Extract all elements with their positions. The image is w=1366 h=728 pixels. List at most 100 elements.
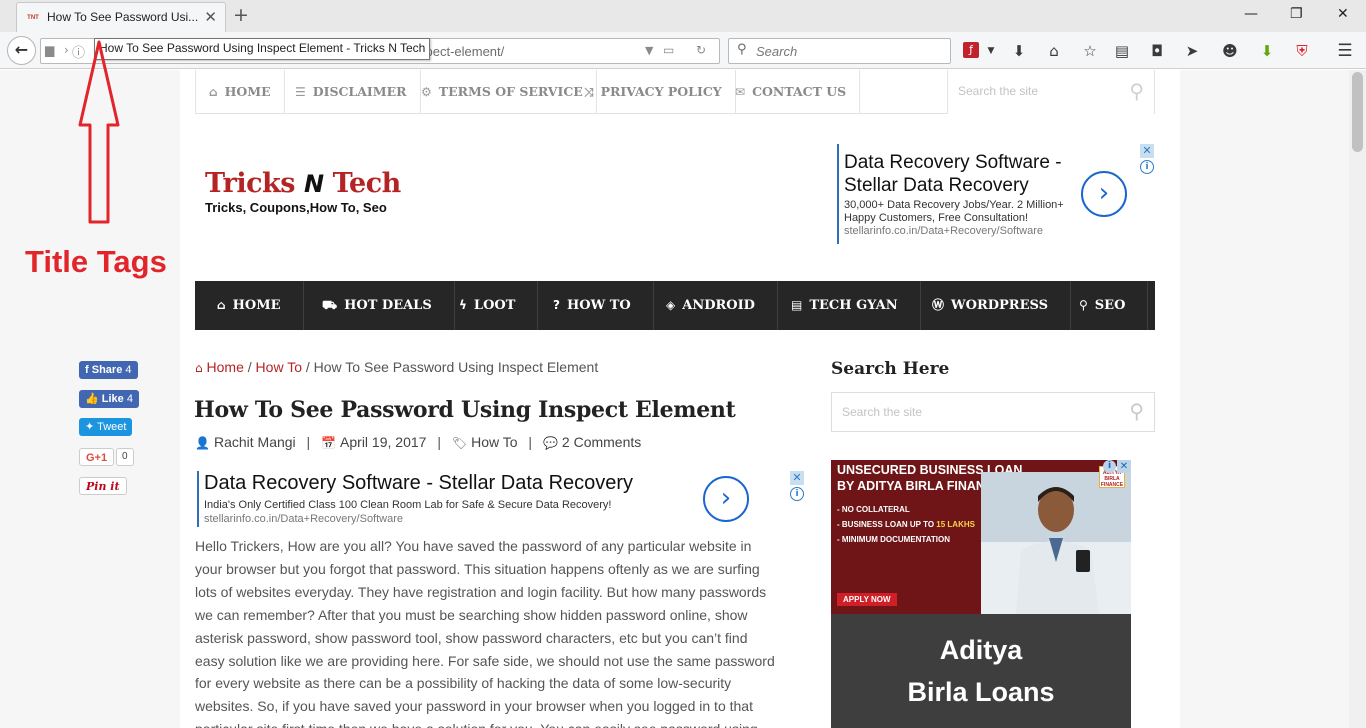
tab-close-icon[interactable]: ✕ [204, 8, 217, 26]
ad-title-line2[interactable]: Stellar Data Recovery [844, 175, 1029, 197]
bookmarks-list-icon[interactable]: ▤ [1112, 41, 1132, 61]
nav-wordpress[interactable]: Ⓦ WORDPRESS [910, 281, 1071, 330]
top-menu-label: PRIVACY POLICY [600, 84, 722, 99]
minimize-button[interactable]: — [1244, 6, 1258, 22]
nav-home[interactable]: ⌂ HOME [195, 281, 304, 330]
post-body-line: Hello Trickers, How are you all? You hav… [195, 538, 752, 554]
back-button[interactable]: ← [7, 36, 36, 65]
browser-tab[interactable]: TNT How To See Password Usi... ✕ [16, 2, 226, 32]
search-icon[interactable]: ⚲ [1129, 79, 1144, 103]
facebook-share-button[interactable]: f Share 4 [79, 361, 138, 379]
search-icon[interactable]: ⚲ [1129, 399, 1144, 423]
scrollbar-thumb[interactable] [1352, 72, 1363, 152]
tweet-button[interactable]: ✦ Tweet [79, 418, 133, 436]
nav-label: HOT DEALS [344, 298, 432, 313]
banner-bullet: - MINIMUM DOCUMENTATION [837, 535, 951, 544]
top-menu-contact[interactable]: ✉ CONTACT US [722, 70, 861, 114]
nav-label: SEO [1094, 298, 1126, 313]
inline-ad[interactable]: Data Recovery Software - Stellar Data Re… [197, 471, 805, 527]
bookmark-star-icon[interactable]: ☆ [1080, 41, 1100, 61]
send-icon[interactable]: ➤ [1182, 41, 1202, 61]
sidebar-search-field[interactable]: Search the site ⚲ [831, 392, 1155, 432]
pinterest-button[interactable]: Pin it [79, 477, 127, 495]
page-scrollbar[interactable] [1349, 70, 1366, 728]
top-menu-disclaimer[interactable]: ☰ DISCLAIMER [282, 70, 421, 114]
thumbs-up-icon: 👍 [85, 393, 99, 405]
shuffle-icon: ⤨ [584, 85, 594, 99]
breadcrumb-current: How To See Password Using Inspect Elemen… [313, 359, 599, 375]
annotation-arrow [78, 40, 120, 224]
top-menu-label: HOME [224, 84, 271, 99]
nav-tech-gyan[interactable]: ▤ TECH GYAN [769, 281, 921, 330]
breadcrumb-category[interactable]: How To [256, 359, 302, 375]
site-logo[interactable]: Tricks N Tech Tricks, Coupons,How To, Seo [205, 168, 401, 215]
share-label: Share [91, 364, 123, 376]
nav-android[interactable]: ◈ ANDROID [644, 281, 778, 330]
sidebar-search-placeholder: Search the site [842, 405, 923, 419]
download-icon[interactable]: ⬇ [1009, 41, 1029, 61]
web-page: ⌂ HOME ☰ DISCLAIMER ⚙ TERMS OF SERVICE ⤨ PRI… [0, 70, 1349, 728]
reader-view-icon[interactable]: ▭ [663, 43, 674, 57]
ad-arrow-icon[interactable]: › [703, 476, 749, 522]
flash-dropdown-icon[interactable]: ▼ [981, 41, 1001, 61]
top-menu-terms[interactable]: ⚙ TERMS OF SERVICE [408, 70, 597, 114]
green-download-icon[interactable]: ⬇ [1257, 41, 1277, 61]
menu-hamburger-icon[interactable]: ☰ [1335, 41, 1355, 61]
post-category[interactable]: How To [471, 434, 517, 450]
post-body-line: your browser but you forgot that passwor… [195, 560, 760, 577]
flash-icon[interactable]: ƒ [963, 42, 979, 58]
nav-loot[interactable]: ϟ LOOT [437, 281, 539, 330]
inline-ad-title[interactable]: Data Recovery Software - Stellar Data Re… [204, 472, 633, 495]
search-icon: ⚲ [1079, 298, 1088, 312]
home-icon[interactable]: ⌂ [1044, 41, 1064, 61]
ad-arrow-icon[interactable]: › [1081, 171, 1127, 217]
home-icon: ⌂ [195, 361, 203, 375]
pocket-icon[interactable]: ◘ [1147, 41, 1167, 61]
pin-label: Pin it [86, 480, 120, 493]
nav-seo[interactable]: ⚲ SEO [1057, 281, 1149, 330]
ad-url[interactable]: stellarinfo.co.in/Data+Recovery/Software [844, 225, 1043, 237]
adchoices-icon[interactable]: i [1103, 460, 1116, 473]
facebook-like-button[interactable]: 👍 Like 4 [79, 390, 139, 408]
sidebar-banner-ad[interactable]: UNSECURED BUSINESS LOAN BY ADITYA BIRLA … [831, 460, 1131, 728]
ad-title-line1[interactable]: Data Recovery Software - [844, 152, 1062, 174]
ad-accent-bar [197, 471, 199, 527]
cart-icon: ⛟ [322, 298, 338, 312]
shield-extension-icon[interactable]: ⛨ [1292, 41, 1312, 61]
nav-how-to[interactable]: ? HOW TO [531, 281, 654, 330]
browser-search-bar[interactable]: ⚲ Search [728, 38, 951, 64]
browser-search-placeholder: Search [756, 44, 798, 59]
meta-separator: | [437, 434, 441, 450]
ad-close-icon[interactable]: ✕ [1140, 144, 1154, 158]
top-menu-privacy[interactable]: ⤨ PRIVACY POLICY [571, 70, 736, 114]
breadcrumb-home[interactable]: ⌂ Home [195, 359, 244, 375]
folder-icon: ▆ [45, 43, 55, 57]
reload-icon[interactable]: ↻ [696, 43, 706, 57]
top-search-field[interactable]: Search the site ⚲ [947, 70, 1155, 114]
banner-bullet-value: 15 LAKHS [936, 520, 975, 529]
ad-info-icon[interactable]: i [790, 487, 804, 501]
ad-info-icon[interactable]: i [1140, 160, 1154, 174]
post-body: Hello Trickers, How are you all? You hav… [195, 535, 805, 728]
nav-label: LOOT [473, 298, 516, 313]
top-menu-home[interactable]: ⌂ HOME [196, 70, 285, 114]
banner-close-icon[interactable]: ✕ [1117, 460, 1131, 473]
restore-button[interactable]: ❐ [1290, 6, 1303, 22]
header-ad[interactable]: Data Recovery Software - Stellar Data Re… [837, 144, 1155, 244]
new-tab-button[interactable]: + [233, 4, 249, 26]
window-close-button[interactable]: ✕ [1337, 6, 1349, 22]
chat-icon[interactable]: ☻ [1220, 41, 1240, 61]
post-body-line: asterisk password, show password tool, s… [195, 629, 748, 646]
post-date: April 19, 2017 [340, 434, 427, 450]
nav-label: WORDPRESS [951, 298, 1048, 313]
nav-hot-deals[interactable]: ⛟ HOT DEALS [300, 281, 455, 330]
inline-ad-url[interactable]: stellarinfo.co.in/Data+Recovery/Software [204, 513, 403, 525]
google-plus-button[interactable]: G+1 [79, 448, 115, 466]
post-author[interactable]: Rachit Mangi [214, 434, 296, 450]
url-dropdown-icon[interactable]: ▼ [645, 44, 653, 57]
home-icon: ⌂ [209, 85, 218, 99]
ad-close-icon[interactable]: ✕ [790, 471, 804, 485]
apply-now-button[interactable]: APPLY NOW [837, 593, 897, 606]
breadcrumb: ⌂ Home / How To / How To See Password Us… [195, 359, 598, 375]
post-comments[interactable]: 2 Comments [562, 434, 641, 450]
